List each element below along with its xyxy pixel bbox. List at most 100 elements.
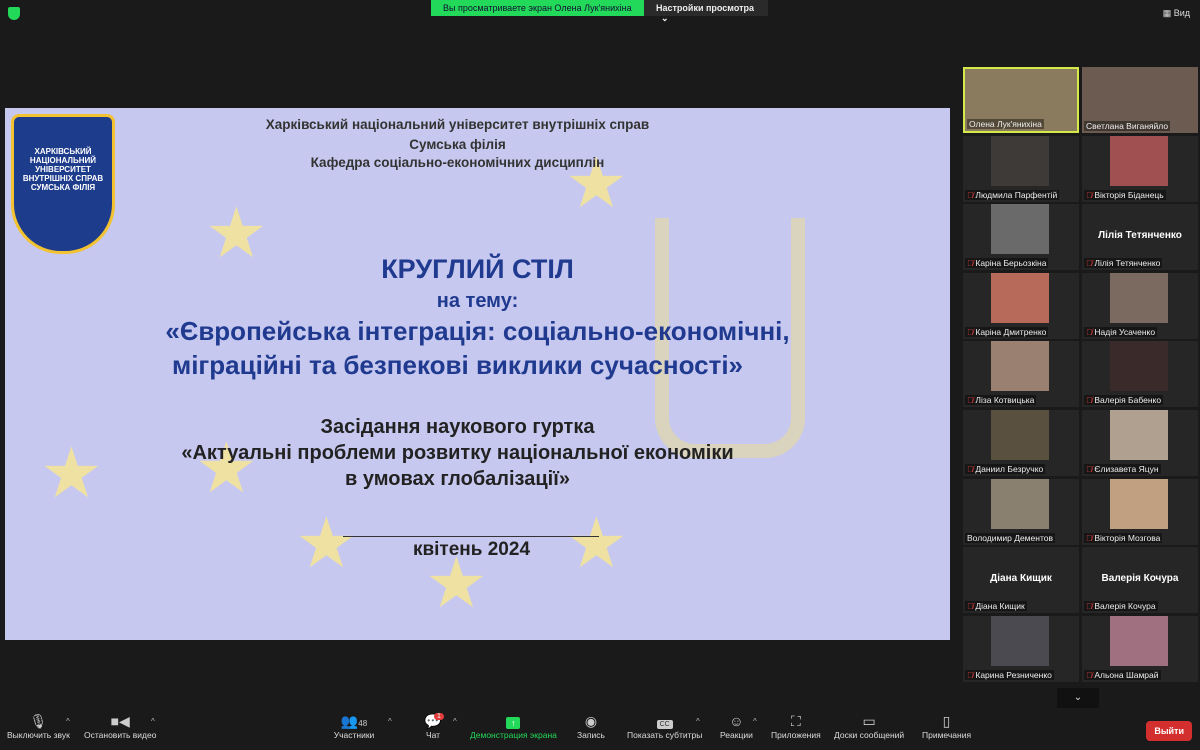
participant-name-label: Вікторія Біданець: [1094, 189, 1164, 200]
university-logo: ХАРКІВСЬКИЙ НАЦІОНАЛЬНИЙ УНІВЕРСИТЕТ ВНУ…: [11, 114, 115, 254]
participant-tile[interactable]: 🎙̸ Вікторія Біданець: [1082, 135, 1198, 202]
participant-name-label: Каріна Берьозкіна: [975, 258, 1047, 269]
view-options-button[interactable]: Настройки просмотра ⌄: [644, 0, 768, 23]
muted-mic-icon: 🎙̸: [1086, 395, 1093, 406]
slide-title: КРУГЛИЙ СТІЛ: [381, 254, 574, 284]
screen-share-banner: Вы просматриваете экран Олена Лук'янихін…: [431, 0, 768, 23]
participant-tile[interactable]: 🎙̸ Карина Резниченко: [963, 615, 1079, 682]
participant-tile[interactable]: 🎙̸ Надія Усаченко: [1082, 272, 1198, 339]
record-label: Запись: [577, 730, 605, 740]
participant-name: 🎙̸ Ліза Котвицька: [965, 395, 1037, 406]
participant-tile[interactable]: 🎙̸ Ліза Котвицька: [963, 341, 1079, 408]
microphone-icon: 🎙: [29, 713, 48, 729]
reactions-icon: ☺: [729, 713, 744, 729]
participant-name: Володимир Дементов: [965, 532, 1055, 543]
whiteboards-label: Доски сообщений: [834, 730, 905, 740]
cc-icon: CC: [656, 720, 673, 729]
mute-button[interactable]: 🎙 Выключить звук: [7, 712, 70, 740]
participant-video: [1110, 478, 1168, 529]
participant-video: [1110, 410, 1168, 460]
participant-tile[interactable]: Діана Кищик 🎙̸ Діана Кищик: [963, 547, 1079, 614]
participants-label: Участники: [333, 730, 375, 740]
participants-button[interactable]: 👥48 Участники: [333, 712, 375, 740]
video-label: Остановить видео: [84, 730, 157, 740]
participant-name-label: Валерія Кочура: [1094, 601, 1156, 612]
participant-tile[interactable]: 🎙̸ Валерія Бабенко: [1082, 341, 1198, 408]
participants-icon: 👥48: [340, 713, 368, 729]
participant-name-label: Валерія Бабенко: [1094, 395, 1162, 406]
participant-tile[interactable]: Володимир Дементов: [963, 478, 1079, 545]
participant-name: 🎙̸ Вікторія Біданець: [1084, 189, 1166, 200]
participant-name-label: Альона Шамрай: [1094, 669, 1159, 680]
whiteboards-button[interactable]: ▭ Доски сообщений: [834, 712, 904, 740]
scroll-down-button[interactable]: ⌄: [1057, 688, 1099, 708]
participant-video: [991, 410, 1049, 460]
participant-video: [991, 272, 1049, 323]
participant-name: 🎙̸ Єлизавета Яцун: [1084, 464, 1161, 474]
meeting-title: Засідання наукового гуртка: [320, 416, 595, 438]
participants-options-caret[interactable]: ^: [388, 717, 392, 726]
participant-name: 🎙̸ Даниил Безручко: [965, 464, 1046, 474]
stop-video-button[interactable]: ■◀ Остановить видео: [84, 712, 156, 740]
video-options-caret[interactable]: ^: [151, 717, 155, 726]
apps-button[interactable]: ⛶ Приложения: [771, 712, 821, 740]
reactions-label: Реакции: [720, 730, 753, 740]
participant-name: Олена Лук'янихіна: [967, 119, 1044, 129]
reactions-options-caret[interactable]: ^: [753, 717, 757, 726]
participant-tile[interactable]: Олена Лук'янихіна: [963, 67, 1079, 133]
captions-button[interactable]: CC Показать субтитры: [627, 712, 702, 740]
view-button[interactable]: ▦ Вид: [1163, 8, 1190, 19]
chat-options-caret[interactable]: ^: [453, 717, 457, 726]
participant-name-label: Даниил Безручко: [975, 464, 1044, 474]
participant-video: [1110, 615, 1168, 666]
share-screen-button[interactable]: ↑ Демонстрация экрана: [470, 712, 557, 740]
participant-tile[interactable]: 🎙̸ Людмила Парфентій: [963, 135, 1079, 202]
participant-tile[interactable]: 🎙̸ Єлизавета Яцун: [1082, 410, 1198, 476]
participant-name-label: Ліза Котвицька: [975, 395, 1035, 406]
apps-icon: ⛶: [790, 713, 801, 729]
meeting-toolbar: 🎙 Выключить звук ^ ■◀ Остановить видео ^ 👥…: [0, 712, 1200, 750]
security-shield-icon[interactable]: [8, 7, 20, 20]
participant-tile[interactable]: Светлана Виганяйло: [1082, 67, 1198, 133]
share-screen-icon: ↑: [506, 717, 521, 729]
circle-line-1: «Актуальні проблеми розвитку національно…: [181, 442, 734, 464]
chat-button[interactable]: 💬 1 Чат: [424, 712, 444, 740]
whiteboard-icon: ▭: [862, 713, 876, 729]
participant-tile[interactable]: 🎙̸ Альона Шамрай: [1082, 615, 1198, 682]
shared-slide: ★ ★ ★ ★ ★ ★ ★ ХАРКІВСЬКИЙ НАЦІОНАЛЬНИЙ У…: [5, 108, 950, 640]
participant-video: [991, 341, 1049, 392]
participant-tile[interactable]: Валерія Кочура 🎙̸ Валерія Кочура: [1082, 547, 1198, 614]
notes-button[interactable]: ▯ Примечания: [922, 712, 971, 740]
reactions-button[interactable]: ☺ Реакции: [720, 712, 753, 740]
participant-name: 🎙̸ Лілія Тетянченко: [1084, 258, 1163, 269]
muted-mic-icon: 🎙̸: [967, 258, 974, 269]
participant-name: 🎙̸ Валерія Бабенко: [1084, 395, 1164, 406]
participant-name-label: Светлана Виганяйло: [1086, 121, 1169, 131]
record-button[interactable]: ◉ Запись: [577, 712, 605, 740]
participant-tile[interactable]: 🎙̸ Вікторія Мозгова: [1082, 478, 1198, 545]
participant-tile[interactable]: Лілія Тетянченко 🎙̸ Лілія Тетянченко: [1082, 204, 1198, 271]
captions-label: Показать субтитры: [627, 730, 703, 740]
participant-name: 🎙̸ Людмила Парфентій: [965, 189, 1060, 200]
share-label: Демонстрация экрана: [470, 730, 557, 740]
participant-tile[interactable]: 🎙̸ Даниил Безручко: [963, 410, 1079, 476]
muted-mic-icon: 🎙̸: [1086, 532, 1093, 543]
participant-name: Светлана Виганяйло: [1084, 121, 1171, 131]
participant-name: 🎙̸ Карина Резниченко: [965, 669, 1054, 680]
participant-name: 🎙̸ Альона Шамрай: [1084, 669, 1161, 680]
participant-video: [1110, 272, 1168, 323]
participant-name-label: Надія Усаченко: [1094, 326, 1156, 337]
muted-mic-icon: 🎙̸: [1086, 464, 1093, 474]
participant-tile[interactable]: 🎙̸ Каріна Дмитренко: [963, 272, 1079, 339]
muted-mic-icon: 🎙̸: [967, 395, 974, 406]
audio-options-caret[interactable]: ^: [66, 717, 70, 726]
grid-icon: ▦: [1162, 8, 1174, 18]
participant-tile[interactable]: 🎙̸ Каріна Берьозкіна: [963, 204, 1079, 271]
leave-button[interactable]: Выйти: [1146, 721, 1192, 741]
participant-name-label: Вікторія Мозгова: [1094, 532, 1161, 543]
participants-count: 48: [358, 719, 368, 728]
mute-label: Выключить звук: [7, 730, 70, 740]
participant-video: [991, 478, 1049, 529]
muted-mic-icon: 🎙̸: [1086, 258, 1093, 269]
captions-options-caret[interactable]: ^: [696, 717, 700, 726]
